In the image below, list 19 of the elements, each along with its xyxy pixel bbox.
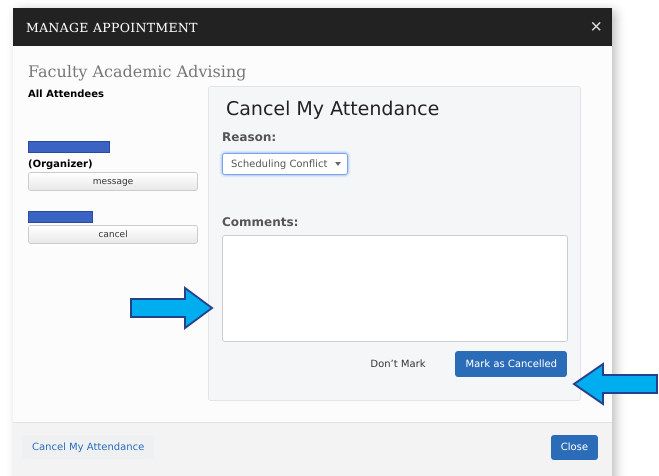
- button[interactable]: Don’t Mark: [360, 351, 436, 377]
- comments-label: Comments:: [222, 215, 300, 229]
- button[interactable]: Cancel My Attendance: [22, 435, 154, 459]
- window-title: MANAGE APPOINTMENT: [26, 20, 198, 34]
- appointment-heading: Faculty Academic Advising: [28, 62, 248, 81]
- attendee-button[interactable]: cancel: [28, 225, 198, 244]
- button[interactable]: Mark as Cancelled: [455, 351, 567, 377]
- caret-icon: [335, 162, 342, 166]
- arrow-icon: [572, 362, 658, 406]
- close-button[interactable]: ×: [590, 17, 602, 37]
- comments-field[interactable]: [222, 235, 568, 342]
- attendees-heading: All Attendees: [28, 89, 105, 100]
- reason-dropdown[interactable]: Scheduling Conflict: [222, 153, 348, 175]
- panel-title: Cancel My Attendance: [226, 98, 440, 120]
- attendee-role: (Organizer): [28, 159, 93, 170]
- reason-label: Reason:: [222, 130, 278, 144]
- attendee-button[interactable]: message: [28, 172, 198, 191]
- arrow-icon: [130, 286, 214, 330]
- button[interactable]: Close: [550, 435, 598, 460]
